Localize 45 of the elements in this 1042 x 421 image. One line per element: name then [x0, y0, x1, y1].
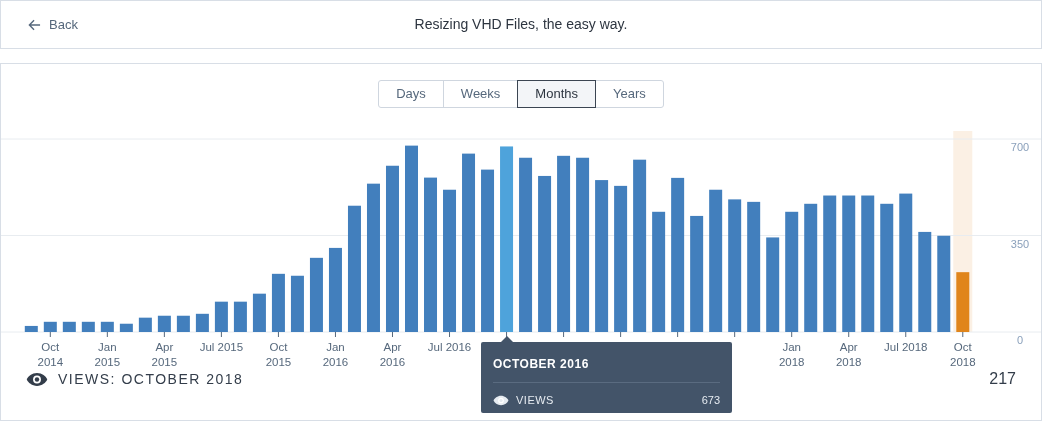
axis-label: Jul 2018	[884, 341, 928, 353]
eye-icon	[26, 371, 48, 387]
eye-icon	[493, 394, 509, 406]
axis-label: Oct 2018	[950, 341, 976, 368]
axis-label: 0	[1016, 334, 1024, 346]
axis-label: Jan 2016	[322, 341, 349, 368]
tooltip-label: VIEWS	[516, 393, 554, 408]
bar	[956, 272, 970, 332]
bar	[271, 273, 285, 332]
axis-label: Jan 2018	[778, 341, 805, 368]
bar	[252, 293, 266, 332]
range-tab[interactable]: Months	[517, 80, 596, 108]
axis-label: Jul 2015	[199, 341, 244, 353]
views-total: 217	[989, 369, 1016, 389]
bar	[138, 317, 152, 332]
bar	[24, 325, 38, 332]
bar	[176, 315, 190, 332]
tooltip-value: 673	[701, 393, 720, 408]
axis-label: 700	[1010, 141, 1030, 153]
axis-label: Oct 2015	[265, 341, 292, 368]
bar	[43, 321, 57, 332]
axis-label: Oct 2014	[37, 341, 64, 368]
bar	[119, 323, 133, 332]
axis-label: Jul 2016	[427, 341, 472, 353]
axis-label: 350	[1010, 237, 1030, 250]
axis-label: Apr 2018	[835, 341, 862, 368]
back-arrow-icon	[28, 18, 41, 31]
bar	[157, 315, 171, 332]
range-tab[interactable]: Years	[595, 80, 664, 108]
range-tab[interactable]: Weeks	[442, 80, 519, 108]
bar	[100, 321, 114, 332]
axis-label: Apr 2016	[379, 341, 406, 368]
bar	[195, 313, 209, 332]
tooltip-title: OCTOBER 2016	[493, 342, 720, 383]
axis-label: Jan 2015	[94, 341, 121, 368]
bar	[214, 301, 228, 332]
axis-label: Apr 2015	[151, 341, 178, 368]
range-tab[interactable]: Days	[378, 80, 444, 108]
views-label: VIEWS: OCTOBER 2018	[58, 369, 244, 389]
bar	[233, 301, 247, 332]
bar	[290, 275, 304, 332]
bar	[62, 321, 76, 332]
bar	[81, 321, 95, 332]
back-link[interactable]: Back	[28, 14, 78, 35]
page-title: Resizing VHD Files, the easy way.	[414, 15, 628, 34]
